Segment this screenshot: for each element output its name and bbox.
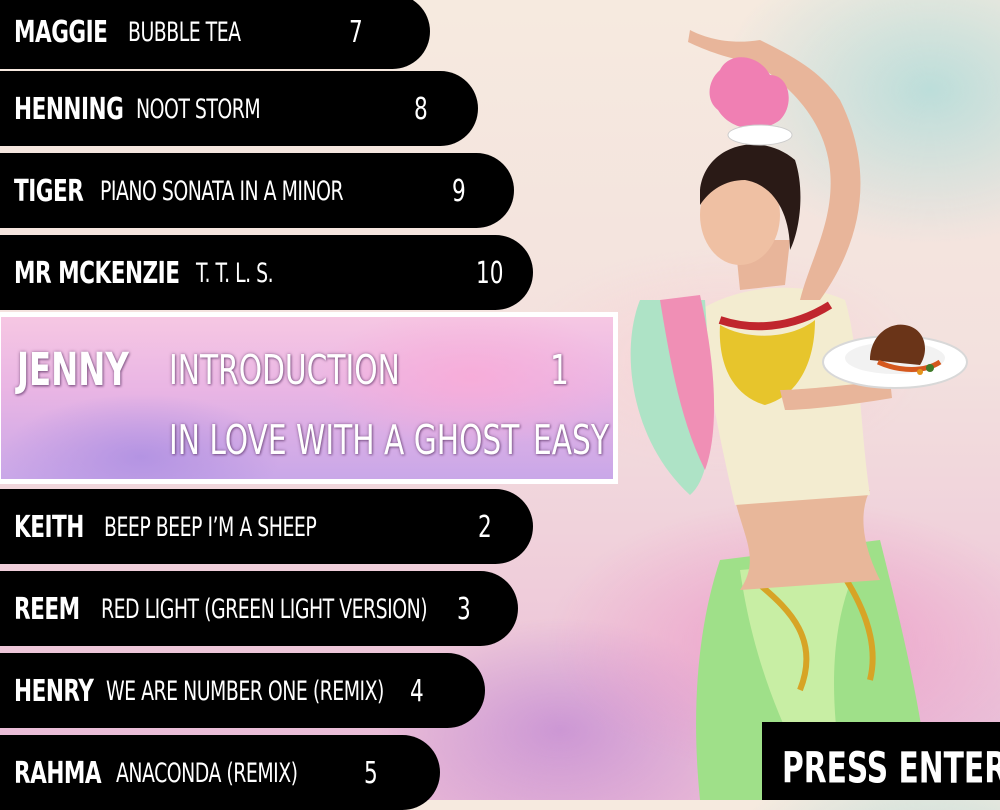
song-title: RED LIGHT (GREEN LIGHT VERSION) [101, 593, 428, 624]
player-name: REEM [14, 591, 80, 626]
selected-song-number: 1 [550, 345, 569, 394]
song-select-screen: MAGGIE BUBBLE TEA 7 HENNING NOOT STORM 8… [0, 0, 1000, 810]
player-name: TIGER [14, 173, 84, 208]
press-enter-label: PRESS ENTER [782, 742, 1000, 793]
song-title: BEEP BEEP I’M A SHEEP [104, 511, 317, 542]
press-enter-button[interactable]: PRESS ENTER [762, 722, 1000, 800]
player-name: HENNING [14, 91, 124, 126]
song-row-henry[interactable]: HENRY WE ARE NUMBER ONE (REMIX) 4 [0, 653, 485, 728]
player-name: HENRY [14, 673, 94, 708]
song-row-reem[interactable]: REEM RED LIGHT (GREEN LIGHT VERSION) 3 [0, 571, 518, 646]
song-row-tiger[interactable]: TIGER PIANO SONATA IN A MINOR 9 [0, 153, 514, 228]
player-name: MAGGIE [14, 14, 108, 49]
song-number: 3 [457, 591, 471, 626]
song-number: 5 [364, 755, 378, 790]
song-row-mr-mckenzie[interactable]: MR MCKENZIE T. T. L. S. 10 [0, 235, 533, 310]
song-title: BUBBLE TEA [128, 16, 241, 47]
selected-player-name: JENNY [17, 345, 129, 397]
song-number: 8 [414, 91, 428, 126]
song-number: 2 [478, 509, 492, 544]
selected-song-panel[interactable]: JENNY INTRODUCTION 1 IN LOVE WITH A GHOS… [0, 312, 618, 484]
song-title: T. T. L. S. [196, 257, 274, 288]
selected-song-title-2: IN LOVE WITH A GHOST [169, 415, 520, 464]
player-name: MR MCKENZIE [14, 255, 180, 290]
dancer-illustration [630, 30, 968, 800]
song-title: ANACONDA (REMIX) [116, 757, 298, 788]
player-name: RAHMA [14, 755, 102, 790]
song-row-maggie[interactable]: MAGGIE BUBBLE TEA 7 [0, 0, 430, 69]
difficulty-label: EASY [533, 415, 610, 464]
song-row-keith[interactable]: KEITH BEEP BEEP I’M A SHEEP 2 [0, 489, 533, 564]
selected-song-title: INTRODUCTION [169, 345, 400, 394]
song-title: WE ARE NUMBER ONE (REMIX) [106, 675, 384, 706]
player-name: KEITH [14, 509, 84, 544]
song-title: NOOT STORM [136, 93, 261, 124]
song-number: 9 [452, 173, 466, 208]
song-row-henning[interactable]: HENNING NOOT STORM 8 [0, 71, 478, 146]
song-title: PIANO SONATA IN A MINOR [100, 175, 344, 206]
song-number: 4 [410, 673, 424, 708]
song-number: 10 [476, 255, 504, 290]
song-row-rahma[interactable]: RAHMA ANACONDA (REMIX) 5 [0, 735, 440, 810]
song-number: 7 [349, 14, 363, 49]
